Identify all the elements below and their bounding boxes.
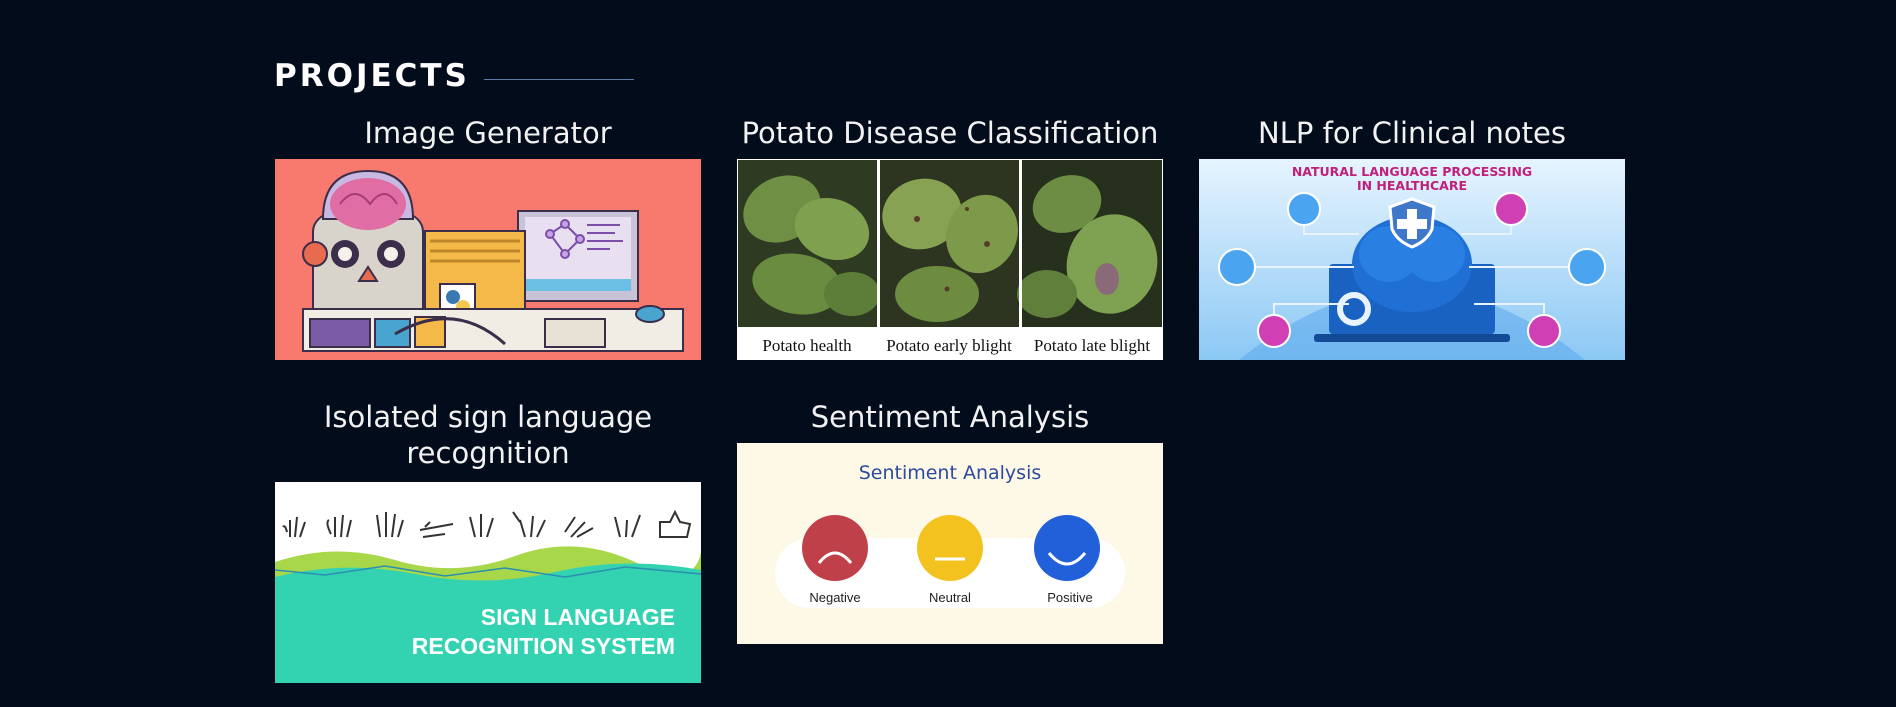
nlp-image-line-1: NATURAL LANGUAGE PROCESSING — [1292, 164, 1532, 179]
sentiment-label-positive: Positive — [1047, 590, 1093, 605]
project-title[interactable]: Isolated sign language recognition — [275, 399, 701, 471]
brain-icon — [330, 178, 406, 230]
project-title[interactable]: NLP for Clinical notes — [1199, 115, 1625, 151]
project-thumbnail-potato-disease[interactable]: Potato health Potato early blight Potato… — [737, 159, 1163, 360]
project-thumbnail-sentiment[interactable]: Sentiment Analysis Negative Neutral Posi… — [737, 443, 1163, 644]
sentiment-label-neutral: Neutral — [929, 590, 971, 605]
project-title[interactable]: Image Generator — [275, 115, 701, 151]
section-divider — [483, 78, 634, 80]
project-card-sentiment: Sentiment Analysis Sentiment Analysis Ne… — [737, 399, 1163, 644]
section-header: PROJECTS — [274, 58, 634, 94]
project-thumbnail-image-generator[interactable] — [275, 159, 701, 360]
project-card-sign-language: Isolated sign language recognition SIGN … — [275, 399, 701, 683]
potato-caption-early-blight: Potato early blight — [886, 336, 1012, 355]
potato-caption-late-blight: Potato late blight — [1034, 336, 1150, 355]
project-thumbnail-sign-language[interactable]: SIGN LANGUAGE RECOGNITION SYSTEM — [275, 482, 701, 683]
sign-image-line-1: SIGN LANGUAGE — [481, 604, 675, 630]
project-title[interactable]: Potato Disease Classification — [737, 115, 1163, 151]
project-card-image-generator: Image Generator — [275, 115, 701, 360]
nlp-image-line-2: IN HEALTHCARE — [1357, 178, 1467, 193]
project-thumbnail-nlp-clinical[interactable]: NATURAL LANGUAGE PROCESSING IN HEALTHCAR… — [1199, 159, 1625, 360]
sentiment-label-negative: Negative — [809, 590, 860, 605]
sign-image-line-2: RECOGNITION SYSTEM — [412, 633, 675, 659]
potato-caption-health: Potato health — [762, 336, 852, 355]
sentiment-image-title: Sentiment Analysis — [859, 462, 1042, 484]
project-title[interactable]: Sentiment Analysis — [737, 399, 1163, 435]
face-icon — [802, 515, 1100, 581]
section-title: PROJECTS — [274, 58, 470, 94]
project-card-potato-disease: Potato Disease Classification Potato hea… — [737, 115, 1163, 360]
project-card-nlp-clinical: NLP for Clinical notes NATURAL LANGUAGE … — [1199, 115, 1625, 360]
